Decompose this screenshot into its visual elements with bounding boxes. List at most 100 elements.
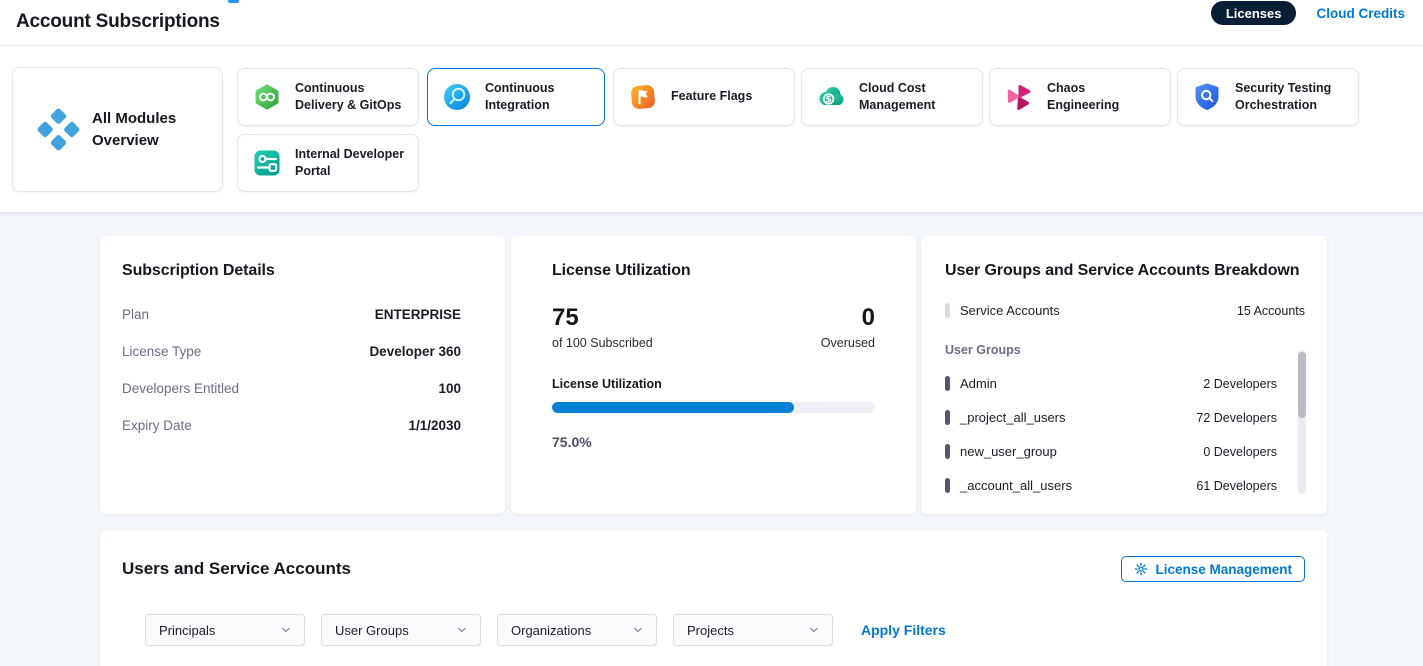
detail-label: Expiry Date [122,418,192,433]
internal-developer-portal-icon [252,148,282,178]
module-selector: All Modules Overview Continuous Delivery… [0,46,1423,212]
user-group-marker [945,478,950,493]
license-management-button[interactable]: License Management [1121,556,1305,582]
detail-row-plan: Plan ENTERPRISE [122,307,461,322]
license-utilization-title: License Utilization [552,262,875,280]
scrollbar-thumb[interactable] [1298,352,1306,418]
all-modules-overview-label: All Modules Overview [92,108,187,152]
user-group-marker [945,444,950,459]
filters-row: Principals User Groups Organizations [145,614,1305,646]
user-group-value: 61 Developers [1196,479,1277,493]
feature-flags-icon [628,82,658,112]
utilization-progress-bar [552,402,875,413]
cd-gitops-icon [252,82,282,112]
subscribed-count: 75 [552,305,653,331]
detail-value: 1/1/2030 [408,418,461,433]
chevron-down-icon [456,624,468,636]
projects-dropdown[interactable]: Projects [673,614,833,646]
module-card-chaos-engineering[interactable]: Chaos Engineering [989,68,1171,126]
header-tabs: Licenses Cloud Credits [1211,1,1405,25]
overused-count: 0 [821,305,875,331]
principals-dropdown[interactable]: Principals [145,614,305,646]
user-groups-dropdown[interactable]: User Groups [321,614,481,646]
subscribed-caption: of 100 Subscribed [552,336,653,350]
users-and-service-accounts-card: Users and Service Accounts License Manag… [100,530,1327,666]
detail-label: License Type [122,344,201,359]
overused-caption: Overused [821,336,875,350]
user-groups-list: Admin 2 Developers _project_all_users 72… [945,376,1277,493]
page-header: Account Subscriptions Licenses Cloud Cre… [0,0,1423,46]
dropdown-value: Organizations [511,623,591,638]
module-label: Feature Flags [671,88,752,106]
utilization-bar-label: License Utilization [552,377,875,391]
chevron-down-icon [280,624,292,636]
detail-row-license-type: License Type Developer 360 [122,344,461,359]
clipped-breadcrumb-fragment [228,0,239,3]
module-card-feature-flags[interactable]: Feature Flags [613,68,795,126]
apply-filters-link[interactable]: Apply Filters [861,622,946,638]
user-group-name: Admin [960,376,997,391]
user-group-value: 72 Developers [1196,411,1277,425]
user-group-marker [945,376,950,391]
utilization-progress-fill [552,402,794,413]
user-group-name: _account_all_users [960,478,1072,493]
service-accounts-value: 15 Accounts [1237,304,1305,318]
user-group-row: Admin 2 Developers [945,376,1277,391]
users-section-header: Users and Service Accounts License Manag… [122,556,1305,582]
service-accounts-marker [945,303,950,318]
dropdown-value: User Groups [335,623,409,638]
dropdown-value: Projects [687,623,734,638]
continuous-integration-icon [442,82,472,112]
subscribed-count-block: 75 of 100 Subscribed [552,305,653,350]
detail-value: 100 [438,381,461,396]
module-card-internal-developer-portal[interactable]: Internal Developer Portal [237,134,419,192]
cloud-credits-tab[interactable]: Cloud Credits [1316,6,1405,21]
chevron-down-icon [808,624,820,636]
user-groups-label: User Groups [945,343,1305,357]
user-group-value: 2 Developers [1203,377,1277,391]
user-group-name: new_user_group [960,444,1057,459]
organizations-dropdown[interactable]: Organizations [497,614,657,646]
account-subscriptions-page: Account Subscriptions Licenses Cloud Cre… [0,0,1423,666]
user-group-row: _project_all_users 72 Developers [945,410,1277,425]
gear-icon [1134,562,1148,576]
module-label: Continuous Integration [485,80,594,115]
detail-row-developers-entitled: Developers Entitled 100 [122,381,461,396]
user-group-row: new_user_group 0 Developers [945,444,1277,459]
module-card-continuous-delivery[interactable]: Continuous Delivery & GitOps [237,68,419,126]
dropdown-value: Principals [159,623,215,638]
subscription-details-title: Subscription Details [122,262,461,280]
chaos-engineering-icon [1004,82,1034,112]
detail-row-expiry-date: Expiry Date 1/1/2030 [122,418,461,433]
user-group-value: 0 Developers [1203,445,1277,459]
detail-value: ENTERPRISE [375,307,461,322]
user-group-name: _project_all_users [960,410,1066,425]
module-card-cloud-cost[interactable]: $ Cloud Cost Management [801,68,983,126]
utilization-counts: 75 of 100 Subscribed 0 Overused [552,305,875,350]
all-modules-overview-card[interactable]: All Modules Overview [12,67,223,192]
users-section-title: Users and Service Accounts [122,559,351,579]
breakdown-title: User Groups and Service Accounts Breakdo… [945,262,1305,280]
module-label: Security Testing Orchestration [1235,80,1348,115]
license-utilization-card: License Utilization 75 of 100 Subscribed… [511,236,916,514]
security-testing-icon [1192,82,1222,112]
service-accounts-row: Service Accounts 15 Accounts [945,303,1305,318]
detail-label: Developers Entitled [122,381,239,396]
detail-label: Plan [122,307,149,322]
cloud-cost-icon: $ [816,82,846,112]
breakdown-card: User Groups and Service Accounts Breakdo… [921,236,1327,514]
all-modules-icon [36,107,81,152]
user-group-row: _account_all_users 61 Developers [945,478,1277,493]
main-content: Subscription Details Plan ENTERPRISE Lic… [0,212,1423,666]
module-card-security-testing[interactable]: Security Testing Orchestration [1177,68,1359,126]
module-card-continuous-integration[interactable]: Continuous Integration [427,68,605,126]
module-label: Cloud Cost Management [859,80,972,115]
subscription-details-card: Subscription Details Plan ENTERPRISE Lic… [100,236,505,514]
detail-value: Developer 360 [369,344,461,359]
module-label: Internal Developer Portal [295,146,408,181]
module-label: Continuous Delivery & GitOps [295,80,408,115]
chevron-down-icon [632,624,644,636]
utilization-percent: 75.0% [552,434,875,450]
licenses-tab[interactable]: Licenses [1211,1,1297,25]
overused-count-block: 0 Overused [821,305,875,350]
